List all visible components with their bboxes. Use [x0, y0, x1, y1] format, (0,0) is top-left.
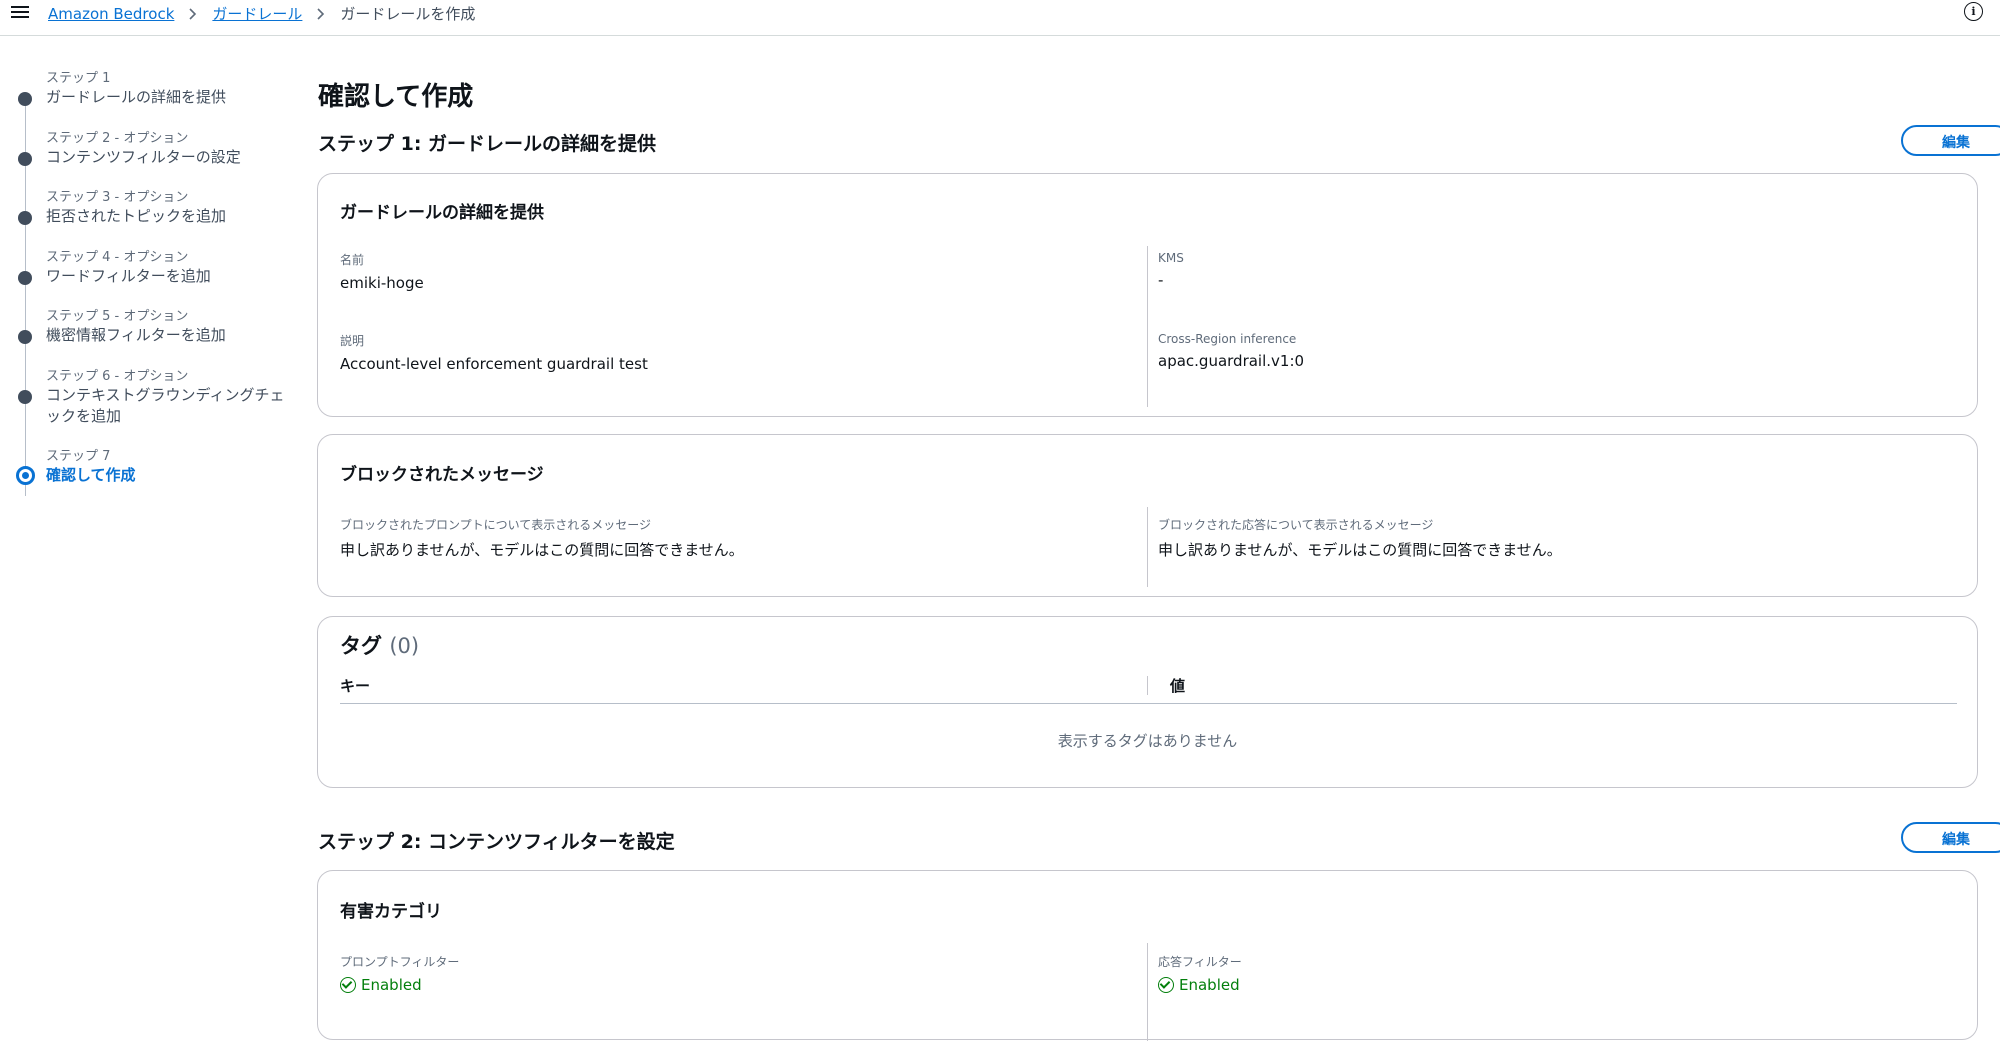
field-value: - — [1158, 271, 1164, 289]
field-value: 申し訳ありませんが、モデルはこの質問に回答できません。 — [340, 541, 744, 559]
step2-section-title: ステップ 2: コンテンツフィルターを設定 — [318, 831, 675, 853]
hamburger-icon[interactable] — [11, 3, 29, 21]
step-caption: ステップ 1 — [46, 71, 111, 86]
step-label: 確認して作成 — [46, 466, 136, 484]
field-label: Cross-Region inference — [1158, 332, 1297, 346]
card-heading: ガードレールの詳細を提供 — [340, 203, 544, 223]
field-value: emiki-hoge — [340, 274, 424, 292]
prompt-filter-field: プロンプトフィルター Enabled — [340, 953, 459, 994]
field-label: プロンプトフィルター — [340, 955, 460, 969]
step-label: ガードレールの詳細を提供 — [46, 88, 227, 106]
step-indicator-icon — [18, 211, 32, 225]
breadcrumb-link-guardrails[interactable]: ガードレール — [212, 3, 302, 25]
tags-card: タグ (0) キー 値 表示するタグはありません — [317, 616, 1978, 788]
column-divider — [1147, 676, 1148, 695]
step-indicator-icon — [18, 92, 32, 106]
card-heading: ブロックされたメッセージ — [340, 465, 544, 485]
status-text: Enabled — [361, 976, 422, 994]
tags-empty-state: 表示するタグはありません — [1057, 732, 1238, 750]
column-divider — [1147, 943, 1148, 1041]
name-field: 名前 emiki-hoge — [340, 251, 424, 292]
blocked-messages-card: ブロックされたメッセージ ブロックされたプロンプトについて表示されるメッセージ … — [317, 434, 1978, 597]
step1-edit-button[interactable]: 編集 — [1901, 125, 2000, 156]
main-content: 確認して作成 ステップ 1: ガードレールの詳細を提供 編集 ガードレールの詳細… — [300, 36, 2000, 1041]
step-current-indicator-icon — [16, 466, 35, 485]
page-title: 確認して作成 — [318, 82, 474, 112]
step-caption: ステップ 7 — [46, 449, 111, 464]
field-value: Account-level enforcement guardrail test — [340, 355, 648, 373]
step2-edit-button[interactable]: 編集 — [1901, 822, 2000, 853]
response-filter-status: Enabled — [1158, 976, 1242, 994]
step1-section-title: ステップ 1: ガードレールの詳細を提供 — [318, 133, 657, 155]
step-label: ワードフィルターを追加 — [46, 267, 211, 285]
field-label: 名前 — [340, 253, 365, 267]
field-label: 説明 — [340, 334, 365, 348]
blocked-prompt-field: ブロックされたプロンプトについて表示されるメッセージ 申し訳ありませんが、モデル… — [340, 516, 744, 560]
breadcrumb-current: ガードレールを作成 — [340, 5, 476, 23]
tags-count: (0) — [389, 634, 420, 658]
step-label: コンテキストグラウンディングチェックを追加 — [46, 386, 285, 425]
tags-title: タグ — [340, 634, 382, 658]
card-heading: 有害カテゴリ — [340, 902, 442, 922]
field-label: 応答フィルター — [1158, 955, 1242, 969]
kms-field: KMS - — [1158, 251, 1184, 289]
cross-region-field: Cross-Region inference apac.guardrail.v1… — [1158, 332, 1304, 370]
step-label: コンテンツフィルターの設定 — [46, 148, 241, 166]
chevron-right-icon — [317, 8, 325, 20]
step-caption: ステップ 5 - オプション — [46, 309, 189, 324]
check-circle-icon — [1158, 977, 1174, 993]
tags-heading: タグ (0) — [340, 630, 419, 660]
info-icon[interactable]: i — [1964, 2, 1983, 21]
step-indicator-icon — [18, 271, 32, 285]
prompt-filter-status: Enabled — [340, 976, 459, 994]
step-label: 拒否されたトピックを追加 — [46, 207, 227, 225]
response-filter-field: 応答フィルター Enabled — [1158, 953, 1242, 994]
step-caption: ステップ 6 - オプション — [46, 369, 189, 384]
guardrail-details-card: ガードレールの詳細を提供 名前 emiki-hoge 説明 Account-le… — [317, 173, 1978, 417]
step-caption: ステップ 3 - オプション — [46, 190, 189, 205]
column-divider — [1147, 246, 1148, 407]
step-indicator-icon — [18, 390, 32, 404]
field-value: apac.guardrail.v1:0 — [1158, 352, 1305, 370]
wizard-navigation: ステップ 1 ガードレールの詳細を提供 ステップ 2 - オプション コンテンツ… — [0, 36, 300, 1021]
step-caption: ステップ 4 - オプション — [46, 250, 189, 265]
field-label: ブロックされた応答について表示されるメッセージ — [1158, 518, 1434, 532]
step-caption: ステップ 2 - オプション — [46, 131, 189, 146]
check-circle-icon — [340, 977, 356, 993]
column-header-key: キー — [340, 677, 371, 695]
description-field: 説明 Account-level enforcement guardrail t… — [340, 332, 648, 373]
column-divider — [1147, 507, 1148, 587]
step-indicator-icon — [18, 152, 32, 166]
step-label: 機密情報フィルターを追加 — [46, 326, 226, 344]
status-text: Enabled — [1179, 976, 1240, 994]
field-value: 申し訳ありませんが、モデルはこの質問に回答できません。 — [1158, 541, 1562, 559]
breadcrumb-link-bedrock[interactable]: Amazon Bedrock — [48, 3, 174, 25]
field-label: ブロックされたプロンプトについて表示されるメッセージ — [340, 518, 652, 532]
breadcrumb: Amazon Bedrock ガードレール ガードレールを作成 — [48, 3, 475, 25]
field-label: KMS — [1158, 251, 1184, 265]
top-navigation-bar: Amazon Bedrock ガードレール ガードレールを作成 i — [0, 0, 2000, 36]
blocked-response-field: ブロックされた応答について表示されるメッセージ 申し訳ありませんが、モデルはこの… — [1158, 516, 1562, 560]
harmful-categories-card: 有害カテゴリ プロンプトフィルター Enabled 応答フィルター Enable… — [317, 870, 1978, 1041]
column-header-value: 値 — [1170, 677, 1186, 695]
table-header-divider — [340, 703, 1957, 704]
step-indicator-icon — [18, 330, 32, 344]
chevron-right-icon — [189, 8, 197, 20]
